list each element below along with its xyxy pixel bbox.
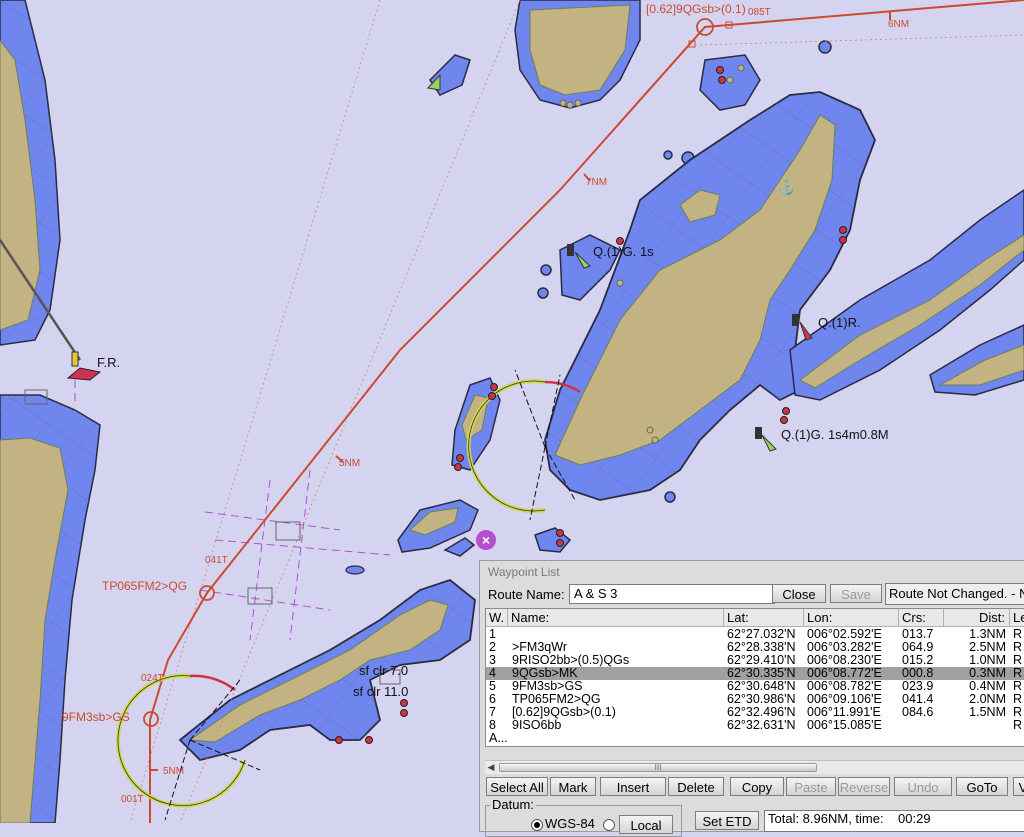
goto-button[interactable]: GoTo (956, 777, 1008, 796)
cell-lon: 006°15.085'E (807, 718, 882, 732)
distance-5nm-label: 5NM (339, 458, 360, 469)
cancel-marker-glyph: × (482, 532, 490, 548)
insert-button[interactable]: Insert (600, 777, 666, 796)
route-status-text: Route Not Changed. - No (885, 583, 1024, 605)
table-row-extra[interactable]: A... (486, 732, 1024, 745)
light-q1r-label: Q.(1)R. (818, 315, 861, 330)
extra-row-text: A... (489, 731, 508, 745)
datum-group: Datum: WGS-84 Local (485, 797, 682, 837)
datum-local-radio[interactable] (603, 819, 615, 831)
cell-crs: 084.6 (902, 705, 934, 719)
cell-le: R (1013, 718, 1023, 732)
distance-7nm-label: 7NM (586, 177, 607, 188)
col-header-name[interactable]: Name: (508, 609, 724, 626)
distance-6nm-label: 6NM (888, 19, 909, 30)
close-button[interactable]: Close (772, 584, 826, 603)
reverse-button[interactable]: Reverse (838, 777, 890, 796)
waypoint-list-dialog: Waypoint List Route Name: A & S 3 Close … (479, 560, 1024, 837)
waypoint-table[interactable]: W. Name: Lat: Lon: Crs: Dist: Le 162°27.… (485, 608, 1024, 747)
col-header-dist[interactable]: Dist: (944, 609, 1010, 626)
paste-button[interactable]: Paste (786, 777, 836, 796)
table-row[interactable]: 8 9ISO6bb 62°32.631'N 006°15.085'E R (486, 719, 1024, 732)
light-sfclr7-label: sf clr 7.0 (359, 663, 408, 678)
select-all-button[interactable]: Select All (486, 777, 548, 796)
route-total-text: Total: 8.96NM, time: 00:29 (764, 810, 1024, 832)
dialog-title: Waypoint List (488, 565, 560, 579)
datum-label: Datum: (490, 797, 536, 812)
light-q1g-1s-label: Q.(1)G. 1s (593, 244, 654, 259)
col-header-lon[interactable]: Lon: (804, 609, 899, 626)
distance-5nm-low-label: 5NM (163, 766, 184, 777)
course-001-label: 001T (121, 794, 144, 805)
table-header: W. Name: Lat: Lon: Crs: Dist: Le (486, 609, 1024, 627)
mark-button[interactable]: Mark (550, 777, 596, 796)
datum-wgs84-radio[interactable] (531, 819, 543, 831)
set-etd-button[interactable]: Set ETD (695, 811, 759, 830)
col-header-crs[interactable]: Crs: (899, 609, 944, 626)
datum-local-button[interactable]: Local (619, 815, 673, 834)
col-header-lat[interactable]: Lat: (724, 609, 804, 626)
scroll-left-icon[interactable]: ◀ (485, 761, 497, 774)
delete-button[interactable]: Delete (668, 777, 724, 796)
course-085-label: 085T (748, 7, 771, 18)
course-024-label: 024T (141, 673, 164, 684)
cell-dist: 1.5NM (969, 705, 1006, 719)
light-fr-label: F.R. (97, 355, 120, 370)
scroll-thumb[interactable]: III (499, 763, 817, 772)
more-button[interactable]: V (1013, 777, 1024, 796)
route-label-top: [0.62]9QGsb>(0.1) (646, 2, 746, 16)
route-name-label: Route Name: (488, 587, 565, 602)
col-header-le[interactable]: Le (1010, 609, 1024, 626)
cell-lat: 62°32.631'N (727, 718, 796, 732)
horizontal-scrollbar[interactable]: ◀ III (485, 760, 1024, 774)
waypoint-tp065-label: TP065FM2>QG (102, 579, 187, 593)
datum-wgs84-label: WGS-84 (545, 816, 595, 831)
waypoint-9fm3-label: 9FM3sb>GS (62, 710, 130, 724)
save-button[interactable]: Save (830, 584, 882, 603)
copy-button[interactable]: Copy (730, 777, 784, 796)
route-name-input[interactable]: A & S 3 (569, 584, 775, 604)
cell-name: 9ISO6bb (512, 718, 562, 732)
undo-button[interactable]: Undo (894, 777, 952, 796)
anchorage-icon: ⚓ (778, 179, 795, 196)
light-q1g-4m-label: Q.(1)G. 1s4m0.8M (781, 427, 889, 442)
light-sfclr11-label: sf clr 11.0 (353, 684, 408, 699)
col-header-w[interactable]: W. (486, 609, 508, 626)
course-041-label: 041T (205, 555, 228, 566)
